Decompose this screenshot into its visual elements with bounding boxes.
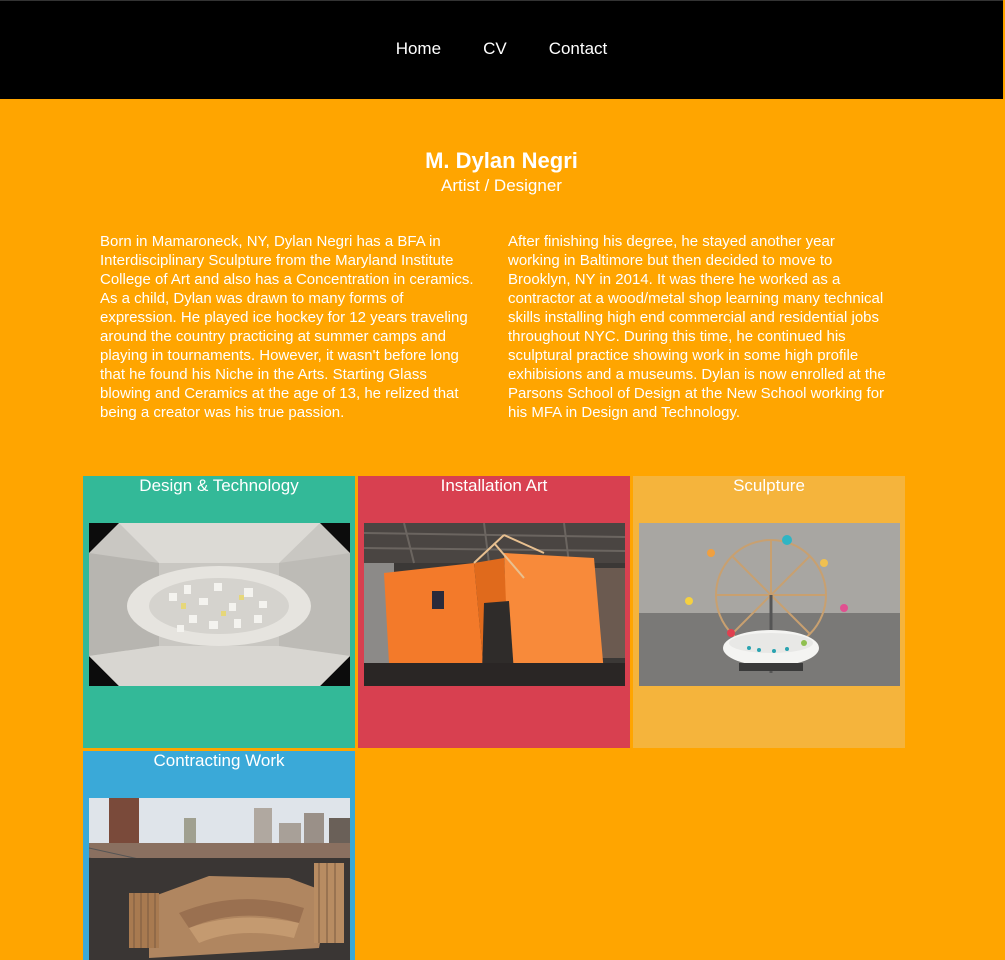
card-title: Contracting Work: [153, 751, 285, 770]
page-header: M. Dylan Negri Artist / Designer: [0, 146, 1003, 196]
sculpture-image[interactable]: [639, 523, 900, 686]
installation-art-image[interactable]: [364, 523, 625, 686]
nav-contact-link[interactable]: Contact: [528, 39, 629, 59]
nav-links: Home CV Contact: [0, 39, 1003, 59]
project-card-design-technology[interactable]: Design & Technology: [83, 476, 355, 748]
project-card-sculpture[interactable]: Sculpture: [633, 476, 905, 748]
design-technology-image[interactable]: [89, 523, 350, 686]
nav-home-link[interactable]: Home: [375, 39, 462, 59]
page-title: M. Dylan Negri: [425, 148, 578, 173]
card-title: Installation Art: [440, 476, 548, 495]
bio-left-paragraph: Born in Mamaroneck, NY, Dylan Negri has …: [100, 233, 474, 421]
page-subtitle: Artist / Designer: [441, 176, 562, 195]
project-card-contracting-work[interactable]: Contracting Work: [83, 751, 355, 960]
contracting-work-image[interactable]: [89, 798, 350, 960]
card-title: Design & Technology: [139, 476, 299, 495]
top-navbar: Home CV Contact: [0, 0, 1003, 99]
bio-right-paragraph: After finishing his degree, he stayed an…: [508, 233, 886, 421]
project-card-installation-art[interactable]: Installation Art: [358, 476, 630, 748]
nav-cv-link[interactable]: CV: [462, 39, 528, 59]
card-title: Sculpture: [733, 476, 805, 495]
